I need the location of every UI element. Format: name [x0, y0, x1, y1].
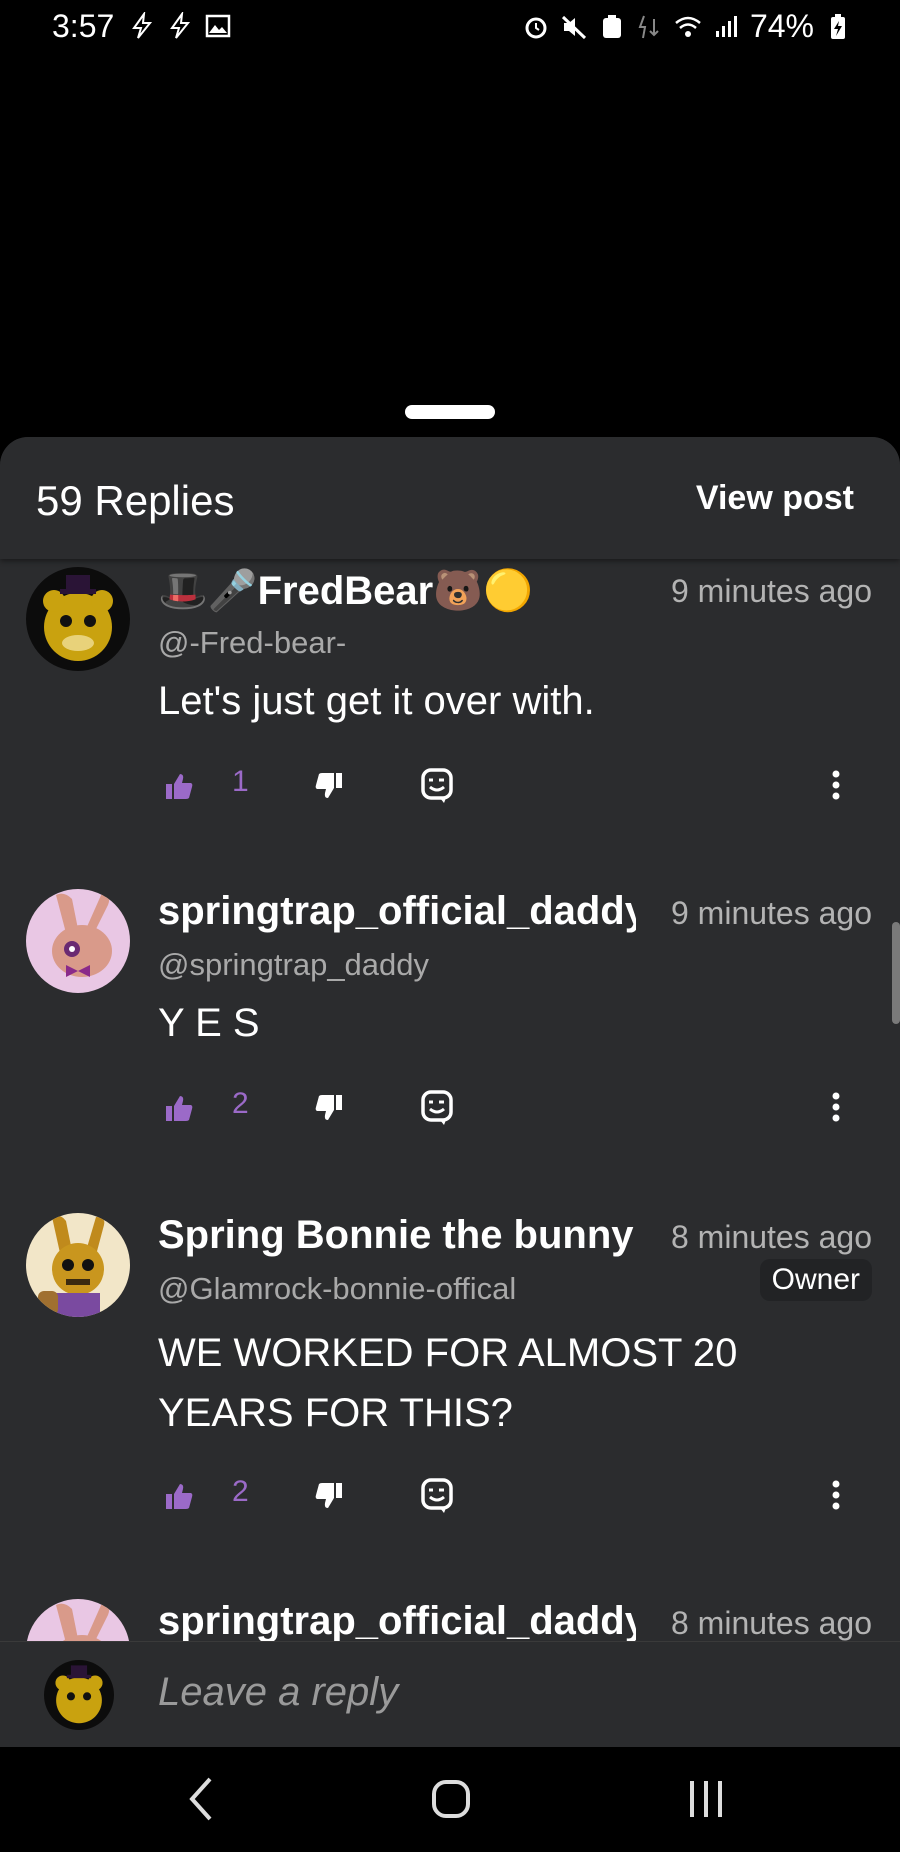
- like-count: 2: [232, 1087, 249, 1120]
- comment-timestamp: 9 minutes ago: [670, 573, 872, 609]
- pink-bunny-avatar-icon: [26, 889, 130, 993]
- comment-author-name: FredBear: [257, 569, 434, 613]
- like-count: 2: [232, 1475, 249, 1508]
- owner-badge: Owner: [759, 1259, 872, 1301]
- status-right-icons: 74%: [522, 8, 852, 45]
- status-time: 3:57: [52, 8, 115, 44]
- comment-item: Spring Bonnie the bunny 8 minutes ago @G…: [0, 1213, 900, 1573]
- alarm-icon: [525, 17, 547, 38]
- mute-icon: [561, 15, 586, 39]
- reply-sticker-icon[interactable]: [420, 1089, 454, 1127]
- current-user-avatar: [44, 1660, 114, 1730]
- comment-handle[interactable]: @-Fred-bear-: [158, 625, 346, 661]
- thumbs-down-icon[interactable]: [314, 1481, 344, 1511]
- comment-timestamp: 9 minutes ago: [670, 895, 872, 931]
- comment-author[interactable]: springtrap_official_daddy: [158, 1599, 636, 1644]
- scrollbar[interactable]: [892, 922, 900, 1024]
- thumbs-down-icon[interactable]: [314, 771, 344, 801]
- comment-body-line: YEARS FOR THIS?: [158, 1391, 513, 1435]
- reply-sticker-icon[interactable]: [420, 1477, 454, 1515]
- status-bar: 3:57 74%: [0, 0, 900, 56]
- recent-apps-icon[interactable]: [686, 1779, 726, 1819]
- thumbs-up-icon[interactable]: [164, 1093, 194, 1123]
- sheet-drag-handle[interactable]: [405, 405, 495, 419]
- replies-count: 59 Replies: [36, 477, 235, 524]
- comment-body: Y E S: [158, 1001, 260, 1045]
- flash-icon: [170, 12, 191, 39]
- comment-actions: 2: [158, 1087, 878, 1127]
- thumbs-up-icon[interactable]: [164, 1481, 194, 1511]
- like-count: 1: [232, 765, 249, 798]
- golden-freddy-avatar-icon: [26, 567, 130, 671]
- back-icon[interactable]: [186, 1775, 216, 1823]
- comment-author[interactable]: 🎩🎤FredBear🐻🟡: [158, 567, 636, 614]
- comment-body: WE WORKED FOR ALMOST 20 YEARS FOR THIS?: [158, 1323, 858, 1443]
- battery-charging-icon: [831, 13, 845, 39]
- author-badge-emoji: 🎩🎤: [158, 569, 258, 613]
- recycle-icon: [602, 14, 621, 38]
- comment-body: Let's just get it over with.: [158, 679, 595, 723]
- image-icon: [205, 14, 231, 38]
- comment-item: 🎩🎤FredBear🐻🟡 9 minutes ago @-Fred-bear- …: [0, 567, 900, 867]
- signal-icon: [715, 15, 737, 37]
- comment-timestamp: 8 minutes ago: [670, 1219, 872, 1255]
- wifi-icon: [675, 16, 701, 37]
- comment-item: springtrap_official_daddy 9 minutes ago …: [0, 889, 900, 1189]
- comment-handle[interactable]: @Glamrock-bonnie-offical: [158, 1271, 516, 1307]
- more-options-icon[interactable]: [830, 769, 842, 801]
- avatar[interactable]: [26, 567, 130, 671]
- comment-author[interactable]: springtrap_official_daddy: [158, 889, 636, 934]
- comment-body-line: WE WORKED FOR ALMOST 20: [158, 1331, 738, 1375]
- spring-bonnie-avatar-icon: [26, 1213, 130, 1317]
- navigation-bar: [0, 1747, 900, 1852]
- comment-actions: 2: [158, 1475, 878, 1515]
- reply-sticker-icon[interactable]: [420, 767, 454, 805]
- reply-input[interactable]: Leave a reply: [158, 1670, 818, 1715]
- data-transfer-icon: [638, 15, 659, 38]
- comment-actions: 1: [158, 765, 878, 805]
- author-suffix-emoji: 🐻🟡: [433, 569, 533, 613]
- status-left-icons: [128, 12, 232, 40]
- comment-handle[interactable]: @springtrap_daddy: [158, 947, 429, 983]
- battery-percentage: 74%: [749, 8, 814, 44]
- sheet-header: 59 Replies View post: [0, 437, 900, 559]
- reply-bar: Leave a reply: [0, 1641, 900, 1748]
- comment-timestamp: 8 minutes ago: [670, 1605, 872, 1641]
- thumbs-up-icon[interactable]: [164, 771, 194, 801]
- flash-icon: [132, 12, 153, 39]
- thumbs-down-icon[interactable]: [314, 1093, 344, 1123]
- more-options-icon[interactable]: [830, 1479, 842, 1511]
- view-post-button[interactable]: View post: [696, 479, 854, 518]
- replies-sheet: 59 Replies View post 🎩🎤FredBear🐻🟡 9 minu…: [0, 437, 900, 1747]
- home-icon[interactable]: [431, 1779, 471, 1819]
- golden-freddy-avatar-icon: [44, 1660, 114, 1730]
- comment-author[interactable]: Spring Bonnie the bunny: [158, 1213, 636, 1258]
- more-options-icon[interactable]: [830, 1091, 842, 1123]
- avatar[interactable]: [26, 889, 130, 993]
- avatar[interactable]: [26, 1213, 130, 1317]
